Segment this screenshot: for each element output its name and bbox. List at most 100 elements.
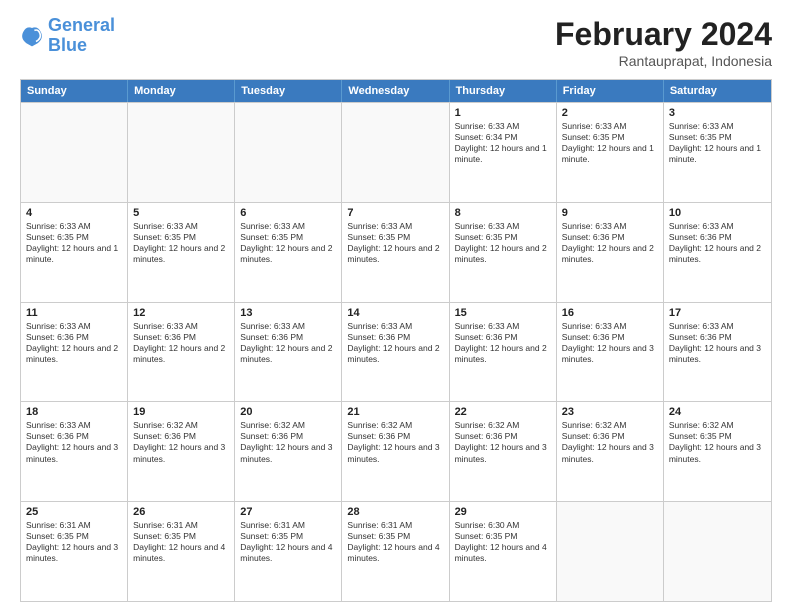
day-number: 18 [26, 406, 122, 418]
cal-cell: 15 Sunrise: 6:33 AM Sunset: 6:36 PM Dayli… [450, 303, 557, 402]
cal-cell: 27 Sunrise: 6:31 AM Sunset: 6:35 PM Dayli… [235, 502, 342, 601]
day-number: 16 [562, 307, 658, 319]
cal-cell: 8Sunrise: 6:33 AM Sunset: 6:35 PM Daylig… [450, 203, 557, 302]
title-block: February 2024 Rantauprapat, Indonesia [555, 16, 772, 69]
day-number: 6 [240, 207, 336, 219]
cell-text: Sunrise: 6:32 AM Sunset: 6:36 PM Dayligh… [347, 420, 443, 464]
cell-text: Sunrise: 6:33 AM Sunset: 6:36 PM Dayligh… [26, 321, 122, 365]
cell-text: Sunrise: 6:33 AM Sunset: 6:36 PM Dayligh… [455, 321, 551, 365]
cell-text: Sunrise: 6:33 AM Sunset: 6:36 PM Dayligh… [240, 321, 336, 365]
header: General Blue February 2024 Rantauprapat,… [20, 16, 772, 69]
cell-text: Sunrise: 6:32 AM Sunset: 6:36 PM Dayligh… [240, 420, 336, 464]
cell-text: Sunrise: 6:33 AM Sunset: 6:35 PM Dayligh… [455, 221, 551, 265]
cell-text: Sunrise: 6:31 AM Sunset: 6:35 PM Dayligh… [26, 520, 122, 564]
cell-text: Sunrise: 6:31 AM Sunset: 6:35 PM Dayligh… [133, 520, 229, 564]
cal-row-0: 1 Sunrise: 6:33 AM Sunset: 6:34 PM Daylig… [21, 102, 771, 202]
cal-cell [128, 103, 235, 202]
cell-text: Sunrise: 6:33 AM Sunset: 6:35 PM Dayligh… [562, 121, 658, 165]
cal-cell: 17Sunrise: 6:33 AM Sunset: 6:36 PM Dayli… [664, 303, 771, 402]
calendar-body: 1 Sunrise: 6:33 AM Sunset: 6:34 PM Daylig… [21, 102, 771, 601]
cal-cell: 14 Sunrise: 6:33 AM Sunset: 6:36 PM Dayli… [342, 303, 449, 402]
cal-cell [21, 103, 128, 202]
day-number: 19 [133, 406, 229, 418]
day-number: 9 [562, 207, 658, 219]
day-number: 25 [26, 506, 122, 518]
cell-text: Sunrise: 6:33 AM Sunset: 6:35 PM Dayligh… [669, 121, 766, 165]
cell-text: Sunrise: 6:33 AM Sunset: 6:35 PM Dayligh… [133, 221, 229, 265]
cal-cell: 29 Sunrise: 6:30 AM Sunset: 6:35 PM Dayli… [450, 502, 557, 601]
cell-text: Sunrise: 6:33 AM Sunset: 6:35 PM Dayligh… [26, 221, 122, 265]
cal-row-3: 18 Sunrise: 6:33 AM Sunset: 6:36 PM Dayli… [21, 401, 771, 501]
cal-cell: 21 Sunrise: 6:32 AM Sunset: 6:36 PM Dayli… [342, 402, 449, 501]
cell-text: Sunrise: 6:33 AM Sunset: 6:36 PM Dayligh… [133, 321, 229, 365]
day-number: 21 [347, 406, 443, 418]
cell-text: Sunrise: 6:31 AM Sunset: 6:35 PM Dayligh… [240, 520, 336, 564]
day-number: 22 [455, 406, 551, 418]
day-number: 27 [240, 506, 336, 518]
weekday-header-saturday: Saturday [664, 80, 771, 102]
cal-cell: 5 Sunrise: 6:33 AM Sunset: 6:35 PM Daylig… [128, 203, 235, 302]
cal-cell: 25 Sunrise: 6:31 AM Sunset: 6:35 PM Dayli… [21, 502, 128, 601]
day-number: 23 [562, 406, 658, 418]
cell-text: Sunrise: 6:30 AM Sunset: 6:35 PM Dayligh… [455, 520, 551, 564]
cell-text: Sunrise: 6:32 AM Sunset: 6:36 PM Dayligh… [133, 420, 229, 464]
cal-cell: 9 Sunrise: 6:33 AM Sunset: 6:36 PM Daylig… [557, 203, 664, 302]
cal-row-4: 25 Sunrise: 6:31 AM Sunset: 6:35 PM Dayli… [21, 501, 771, 601]
weekday-header-thursday: Thursday [450, 80, 557, 102]
cal-row-2: 11Sunrise: 6:33 AM Sunset: 6:36 PM Dayli… [21, 302, 771, 402]
cal-cell: 12Sunrise: 6:33 AM Sunset: 6:36 PM Dayli… [128, 303, 235, 402]
weekday-header-tuesday: Tuesday [235, 80, 342, 102]
cal-cell: 7 Sunrise: 6:33 AM Sunset: 6:35 PM Daylig… [342, 203, 449, 302]
day-number: 20 [240, 406, 336, 418]
page: General Blue February 2024 Rantauprapat,… [0, 0, 792, 612]
weekday-header-friday: Friday [557, 80, 664, 102]
day-number: 3 [669, 107, 766, 119]
cal-cell: 24 Sunrise: 6:32 AM Sunset: 6:35 PM Dayli… [664, 402, 771, 501]
day-number: 10 [669, 207, 766, 219]
day-number: 28 [347, 506, 443, 518]
cell-text: Sunrise: 6:33 AM Sunset: 6:36 PM Dayligh… [26, 420, 122, 464]
logo: General Blue [20, 16, 115, 56]
cell-text: Sunrise: 6:33 AM Sunset: 6:34 PM Dayligh… [455, 121, 551, 165]
cal-cell: 22Sunrise: 6:32 AM Sunset: 6:36 PM Dayli… [450, 402, 557, 501]
day-number: 2 [562, 107, 658, 119]
cell-text: Sunrise: 6:33 AM Sunset: 6:35 PM Dayligh… [240, 221, 336, 265]
cal-cell [557, 502, 664, 601]
cell-text: Sunrise: 6:31 AM Sunset: 6:35 PM Dayligh… [347, 520, 443, 564]
day-number: 1 [455, 107, 551, 119]
cell-text: Sunrise: 6:33 AM Sunset: 6:36 PM Dayligh… [562, 221, 658, 265]
weekday-header-monday: Monday [128, 80, 235, 102]
cal-cell: 4Sunrise: 6:33 AM Sunset: 6:35 PM Daylig… [21, 203, 128, 302]
cal-cell: 11Sunrise: 6:33 AM Sunset: 6:36 PM Dayli… [21, 303, 128, 402]
calendar-header: SundayMondayTuesdayWednesdayThursdayFrid… [21, 80, 771, 102]
day-number: 29 [455, 506, 551, 518]
cal-cell [342, 103, 449, 202]
cell-text: Sunrise: 6:33 AM Sunset: 6:36 PM Dayligh… [347, 321, 443, 365]
cell-text: Sunrise: 6:33 AM Sunset: 6:36 PM Dayligh… [669, 221, 766, 265]
day-number: 7 [347, 207, 443, 219]
cell-text: Sunrise: 6:32 AM Sunset: 6:35 PM Dayligh… [669, 420, 766, 464]
cal-cell: 26 Sunrise: 6:31 AM Sunset: 6:35 PM Dayli… [128, 502, 235, 601]
day-number: 26 [133, 506, 229, 518]
logo-text: General Blue [48, 16, 115, 56]
day-number: 15 [455, 307, 551, 319]
cal-cell: 28 Sunrise: 6:31 AM Sunset: 6:35 PM Dayli… [342, 502, 449, 601]
day-number: 24 [669, 406, 766, 418]
cal-cell: 19 Sunrise: 6:32 AM Sunset: 6:36 PM Dayli… [128, 402, 235, 501]
cal-cell: 20 Sunrise: 6:32 AM Sunset: 6:36 PM Dayli… [235, 402, 342, 501]
cell-text: Sunrise: 6:33 AM Sunset: 6:35 PM Dayligh… [347, 221, 443, 265]
cal-cell: 16Sunrise: 6:33 AM Sunset: 6:36 PM Dayli… [557, 303, 664, 402]
day-number: 13 [240, 307, 336, 319]
weekday-header-wednesday: Wednesday [342, 80, 449, 102]
calendar: SundayMondayTuesdayWednesdayThursdayFrid… [20, 79, 772, 602]
cal-cell: 10 Sunrise: 6:33 AM Sunset: 6:36 PM Dayli… [664, 203, 771, 302]
cal-cell: 2 Sunrise: 6:33 AM Sunset: 6:35 PM Daylig… [557, 103, 664, 202]
day-number: 14 [347, 307, 443, 319]
subtitle: Rantauprapat, Indonesia [555, 53, 772, 69]
cell-text: Sunrise: 6:32 AM Sunset: 6:36 PM Dayligh… [562, 420, 658, 464]
cell-text: Sunrise: 6:33 AM Sunset: 6:36 PM Dayligh… [669, 321, 766, 365]
cal-cell: 23 Sunrise: 6:32 AM Sunset: 6:36 PM Dayli… [557, 402, 664, 501]
cal-cell: 13 Sunrise: 6:33 AM Sunset: 6:36 PM Dayli… [235, 303, 342, 402]
day-number: 5 [133, 207, 229, 219]
cal-cell [664, 502, 771, 601]
